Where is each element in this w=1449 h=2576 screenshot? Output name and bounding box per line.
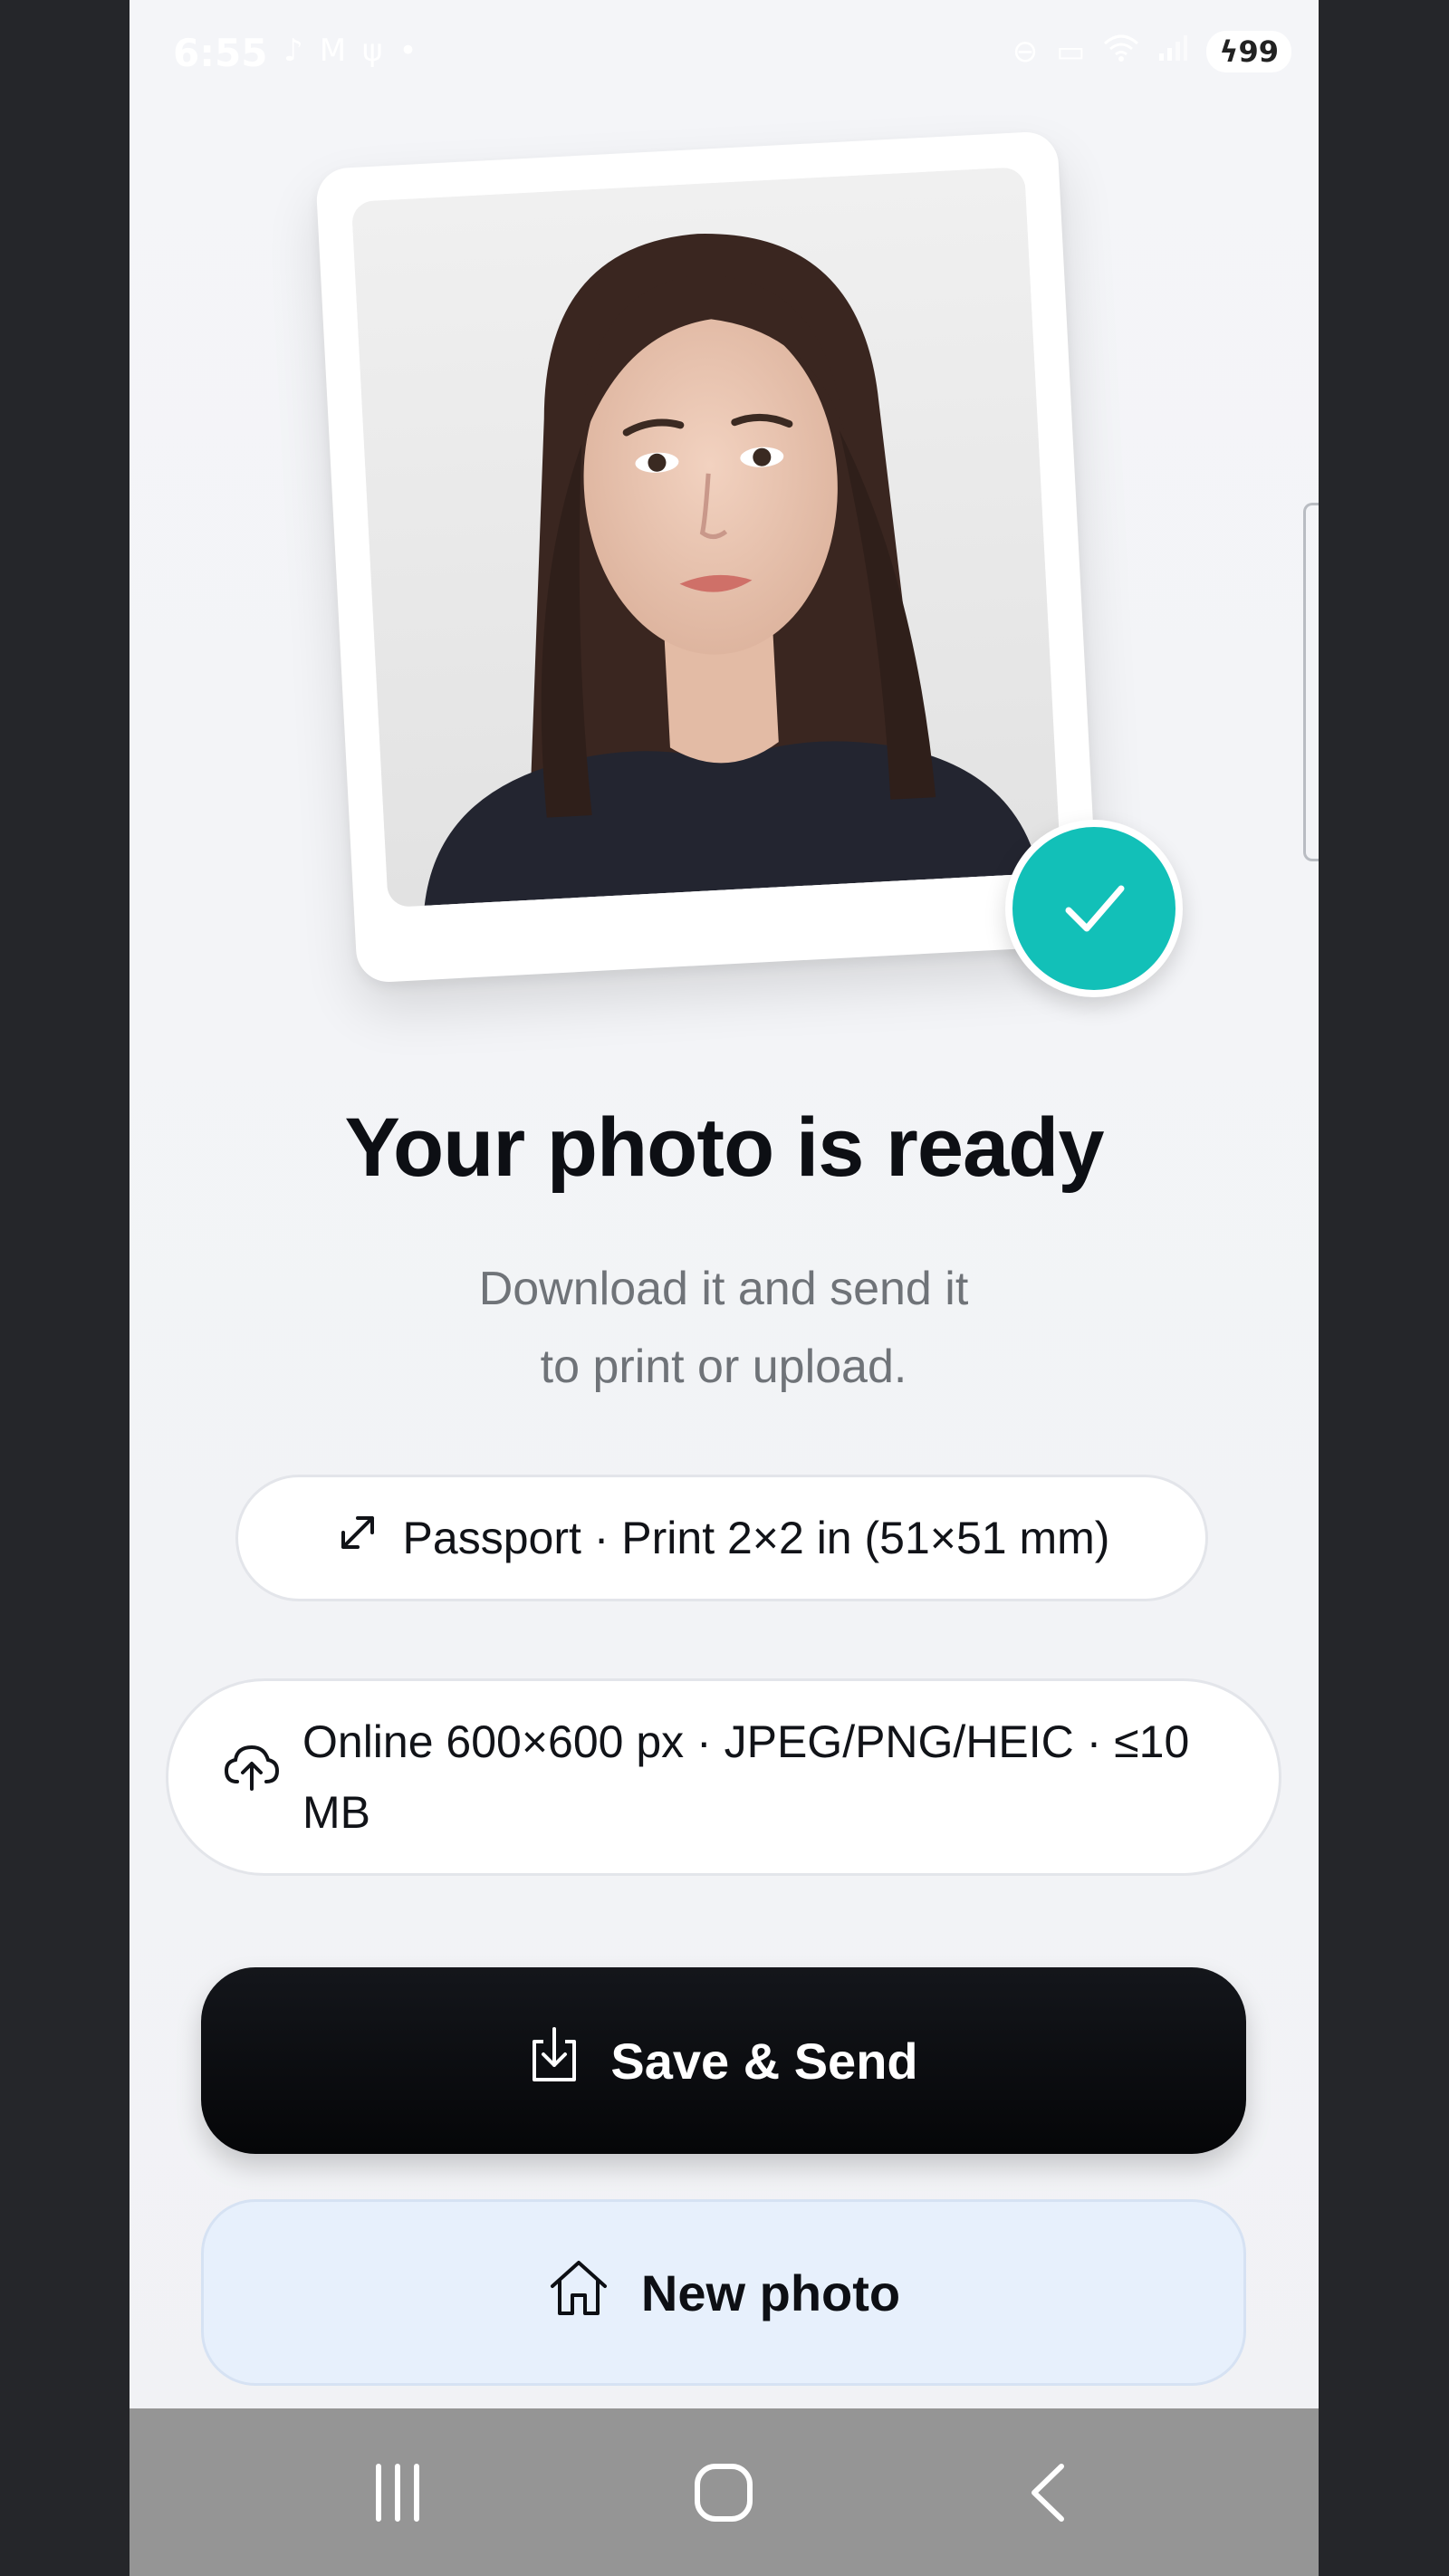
portrait-photo [350, 167, 1061, 908]
gmail-icon: M [319, 33, 347, 69]
online-spec-pill: Online 600×600 px · JPEG/PNG/HEIC · ≤10 … [166, 1678, 1281, 1876]
app-screen: 6:55 ♪ M ψ • ⊖ ▭ ϟ99 Your photo is ready… [130, 0, 1319, 2576]
notification-icons: ♪ M ψ • [283, 33, 417, 69]
signal-icon [1157, 34, 1188, 71]
new-photo-button[interactable]: New photo [201, 2199, 1246, 2386]
tiktok-icon: ♪ [283, 33, 303, 69]
photo-card [315, 130, 1099, 984]
back-button[interactable] [959, 2408, 1140, 2576]
recent-apps-button[interactable] [307, 2408, 488, 2576]
online-spec-text: Online 600×600 px · JPEG/PNG/HEIC · ≤10 … [302, 1716, 1190, 1838]
usb-icon: ψ [362, 33, 383, 69]
edge-panel-handle[interactable] [1303, 503, 1319, 861]
dot-icon: • [398, 33, 417, 69]
page-subtitle: Download it and send it to print or uplo… [407, 1250, 1041, 1406]
home-icon [547, 2257, 610, 2329]
back-chevron-icon [1032, 2463, 1064, 2522]
dnd-icon: ⊖ [1012, 34, 1039, 70]
save-and-send-label: Save & Send [610, 2032, 918, 2090]
passport-spec-pill: Passport · Print 2×2 in (51×51 mm) [235, 1475, 1208, 1601]
charging-icon: ϟ [1219, 34, 1239, 69]
sleep-icon: ▭ [1056, 34, 1086, 70]
recents-icon [376, 2463, 419, 2522]
battery-indicator: ϟ99 [1206, 31, 1291, 72]
system-nav-bar [130, 2408, 1319, 2576]
home-circle-icon [695, 2463, 753, 2522]
cloud-upload-icon [223, 1742, 281, 1812]
home-button[interactable] [633, 2408, 814, 2576]
wifi-icon [1103, 33, 1139, 72]
page-title: Your photo is ready [344, 1101, 1104, 1194]
status-bar: 6:55 ♪ M ψ • ⊖ ▭ ϟ99 [130, 0, 1319, 109]
save-and-send-button[interactable]: Save & Send [201, 1967, 1246, 2154]
battery-level: 99 [1238, 34, 1279, 69]
resize-arrows-icon [334, 1509, 381, 1567]
subtitle-line-2: to print or upload. [540, 1341, 907, 1393]
passport-spec-text: Passport · Print 2×2 in (51×51 mm) [402, 1513, 1110, 1563]
status-time: 6:55 [173, 31, 268, 75]
portrait-illustration [350, 167, 1061, 908]
system-icons: ⊖ ▭ ϟ99 [1012, 31, 1291, 72]
new-photo-label: New photo [640, 2264, 901, 2321]
subtitle-line-1: Download it and send it [478, 1263, 969, 1315]
photo-ready-check-icon [1005, 820, 1183, 997]
download-icon [529, 2025, 580, 2097]
